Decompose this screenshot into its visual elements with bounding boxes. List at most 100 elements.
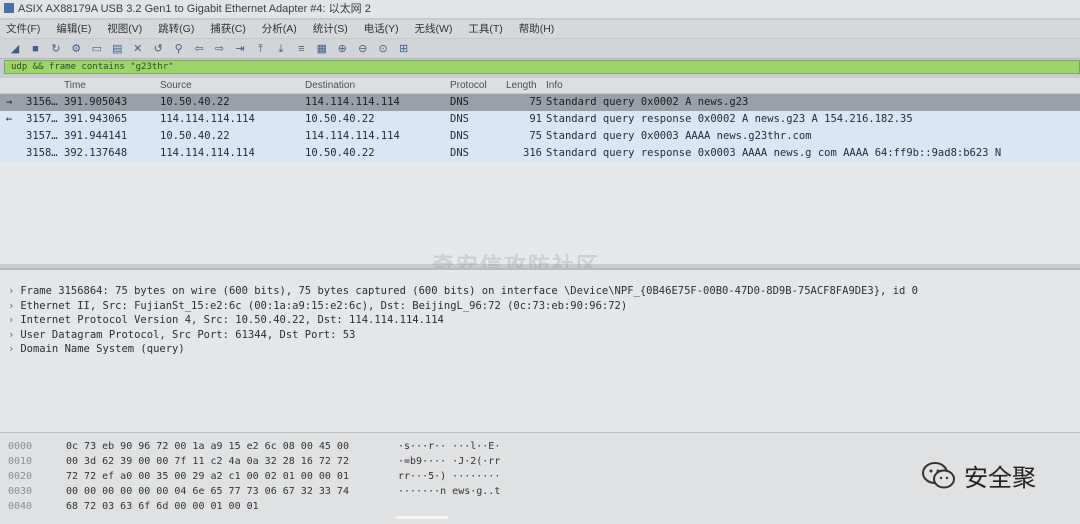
- packet-row[interactable]: ← 3157… 391.943065 114.114.114.114 10.50…: [0, 111, 1080, 128]
- menu-edit[interactable]: 编辑(E): [56, 23, 91, 35]
- packet-length: 316: [523, 147, 542, 159]
- bytes-ascii: rr···5·) ········: [398, 471, 501, 482]
- detail-item[interactable]: › Domain Name System (query): [0, 342, 1080, 357]
- bytes-row[interactable]: 0010 00 3d 62 39 00 00 7f 11 c2 4a 0a 32…: [0, 454, 1080, 469]
- colorize-icon[interactable]: ▦: [315, 42, 329, 56]
- zoom-in-icon[interactable]: ⊕: [335, 42, 349, 56]
- bytes-offset: 0040: [8, 501, 33, 512]
- menu-tools[interactable]: 工具(T): [468, 23, 502, 35]
- expand-chevron-icon[interactable]: ›: [8, 314, 14, 326]
- menu-wireless[interactable]: 无线(W): [415, 23, 453, 35]
- go-to-packet-icon[interactable]: ⇥: [233, 42, 247, 56]
- bytes-offset: 0010: [8, 456, 33, 467]
- bytes-row[interactable]: 0040 68 72 03 63 6f 6d 00 00 01 00 01: [0, 499, 1080, 514]
- options-icon[interactable]: ⚙: [69, 42, 83, 56]
- expand-chevron-icon[interactable]: ›: [8, 285, 14, 297]
- main-toolbar: ◢ ■ ↻ ⚙ ▭ ▤ ✕ ↺ ⚲ ⇦ ⇨ ⇥ ⤒ ⤓ ≡ ▦ ⊕ ⊖ ⊙ ⊞: [0, 39, 1080, 59]
- brand-watermark: 安全聚: [922, 458, 1036, 498]
- menu-view[interactable]: 视图(V): [107, 23, 142, 35]
- menu-help[interactable]: 帮助(H): [519, 23, 555, 35]
- col-destination-header[interactable]: Destination: [305, 78, 355, 94]
- first-packet-icon[interactable]: ⤒: [253, 42, 267, 56]
- restart-capture-icon[interactable]: ↻: [49, 42, 63, 56]
- packet-protocol: DNS: [450, 147, 469, 159]
- display-filter-input[interactable]: udp && frame contains "g23thr": [4, 60, 1080, 74]
- detail-text: Internet Protocol Version 4, Src: 10.50.…: [20, 314, 444, 326]
- window-title: ASIX AX88179A USB 3.2 Gen1 to Gigabit Et…: [18, 3, 371, 15]
- packet-row[interactable]: → 3156… 391.905043 10.50.40.22 114.114.1…: [0, 94, 1080, 111]
- col-time-header[interactable]: Time: [64, 78, 86, 94]
- detail-text: Ethernet II, Src: FujianSt_15:e2:6c (00:…: [20, 299, 628, 312]
- menu-capture[interactable]: 捕获(C): [210, 23, 246, 35]
- packet-row[interactable]: 3157… 391.944141 10.50.40.22 114.114.114…: [0, 128, 1080, 145]
- menu-go[interactable]: 跳转(G): [158, 23, 194, 35]
- direction-arrow-icon: ←: [6, 113, 13, 125]
- scroll-indicator: [396, 516, 448, 519]
- packet-destination: 114.114.114.114: [305, 96, 400, 108]
- menu-telephony[interactable]: 电话(Y): [364, 23, 399, 35]
- menu-analyze[interactable]: 分析(A): [262, 23, 297, 35]
- resize-columns-icon[interactable]: ⊞: [397, 42, 411, 56]
- packet-time: 391.943065: [64, 113, 128, 125]
- packet-protocol: DNS: [450, 96, 469, 108]
- packet-time: 392.137648: [64, 147, 128, 159]
- packet-source: 114.114.114.114: [160, 147, 255, 159]
- detail-item[interactable]: › Frame 3156864: 75 bytes on wire (600 bi…: [0, 284, 1080, 299]
- packet-time: 391.905043: [64, 96, 128, 108]
- packet-info: Standard query response 0x0002 A news.g2…: [546, 113, 913, 125]
- detail-item[interactable]: › Ethernet II, Src: FujianSt_15:e2:6c (00…: [0, 299, 1080, 314]
- packet-destination: 114.114.114.114: [305, 130, 400, 142]
- zoom-out-icon[interactable]: ⊖: [356, 42, 370, 56]
- menu-bar: 文件(F) 编辑(E) 视图(V) 跳转(G) 捕获(C) 分析(A) 统计(S…: [0, 20, 1080, 38]
- bytes-ascii: ·s···r·· ···l··E·: [398, 441, 501, 452]
- bytes-hex: 0c 73 eb 90 96 72 00 1a a9 15 e2 6c 08 0…: [66, 441, 349, 452]
- expand-chevron-icon[interactable]: ›: [8, 343, 14, 355]
- menu-statistics[interactable]: 统计(S): [313, 23, 348, 35]
- packet-source: 10.50.40.22: [160, 130, 230, 142]
- stop-capture-icon[interactable]: ■: [28, 42, 42, 56]
- menu-file[interactable]: 文件(F): [6, 23, 40, 35]
- packet-no: 3157…: [26, 130, 58, 142]
- packet-list-header: Time Source Destination Protocol Length …: [0, 78, 1080, 94]
- zoom-normal-icon[interactable]: ⊙: [376, 42, 390, 56]
- detail-text: Domain Name System (query): [20, 343, 185, 355]
- last-packet-icon[interactable]: ⤓: [274, 42, 288, 56]
- expand-chevron-icon[interactable]: ›: [8, 300, 14, 312]
- packet-list: Time Source Destination Protocol Length …: [0, 78, 1080, 264]
- col-source-header[interactable]: Source: [160, 78, 192, 94]
- open-file-icon[interactable]: ▭: [90, 42, 104, 56]
- packet-protocol: DNS: [450, 130, 469, 142]
- bytes-hex: 00 3d 62 39 00 00 7f 11 c2 4a 0a 32 28 1…: [66, 456, 349, 467]
- packet-time: 391.944141: [64, 130, 128, 142]
- expand-chevron-icon[interactable]: ›: [8, 329, 14, 341]
- col-protocol-header[interactable]: Protocol: [450, 78, 487, 94]
- bytes-ascii: ·······n ews·g..t: [398, 486, 501, 497]
- start-capture-icon[interactable]: ◢: [8, 42, 22, 56]
- col-info-header[interactable]: Info: [546, 78, 563, 94]
- packet-source: 114.114.114.114: [160, 113, 255, 125]
- bytes-offset: 0020: [8, 471, 33, 482]
- packet-source: 10.50.40.22: [160, 96, 230, 108]
- go-forward-icon[interactable]: ⇨: [213, 42, 227, 56]
- bytes-row[interactable]: 0030 00 00 00 00 00 00 04 6e 65 77 73 06…: [0, 484, 1080, 499]
- detail-item[interactable]: › Internet Protocol Version 4, Src: 10.50…: [0, 313, 1080, 328]
- packet-row[interactable]: 3158… 392.137648 114.114.114.114 10.50.4…: [0, 145, 1080, 162]
- bytes-hex: 68 72 03 63 6f 6d 00 00 01 00 01: [66, 501, 259, 512]
- bytes-row[interactable]: 0000 0c 73 eb 90 96 72 00 1a a9 15 e2 6c…: [0, 439, 1080, 454]
- close-file-icon[interactable]: ✕: [131, 42, 145, 56]
- bytes-row[interactable]: 0020 72 72 ef a0 00 35 00 29 a2 c1 00 02…: [0, 469, 1080, 484]
- reload-icon[interactable]: ↺: [151, 42, 165, 56]
- save-file-icon[interactable]: ▤: [110, 42, 124, 56]
- bytes-hex: 72 72 ef a0 00 35 00 29 a2 c1 00 02 01 0…: [66, 471, 349, 482]
- bytes-hex: 00 00 00 00 00 00 04 6e 65 77 73 06 67 3…: [66, 486, 349, 497]
- packet-info: Standard query 0x0002 A news.g23: [546, 96, 749, 108]
- brand-name: 安全聚: [964, 464, 1036, 492]
- autoscroll-icon[interactable]: ≡: [294, 42, 308, 56]
- detail-item[interactable]: › User Datagram Protocol, Src Port: 61344…: [0, 328, 1080, 343]
- wechat-icon: [922, 461, 956, 491]
- packet-destination: 10.50.40.22: [305, 147, 375, 159]
- col-length-header[interactable]: Length: [506, 78, 542, 94]
- go-back-icon[interactable]: ⇦: [192, 42, 206, 56]
- find-packet-icon[interactable]: ⚲: [172, 42, 186, 56]
- packet-length: 75: [529, 96, 542, 108]
